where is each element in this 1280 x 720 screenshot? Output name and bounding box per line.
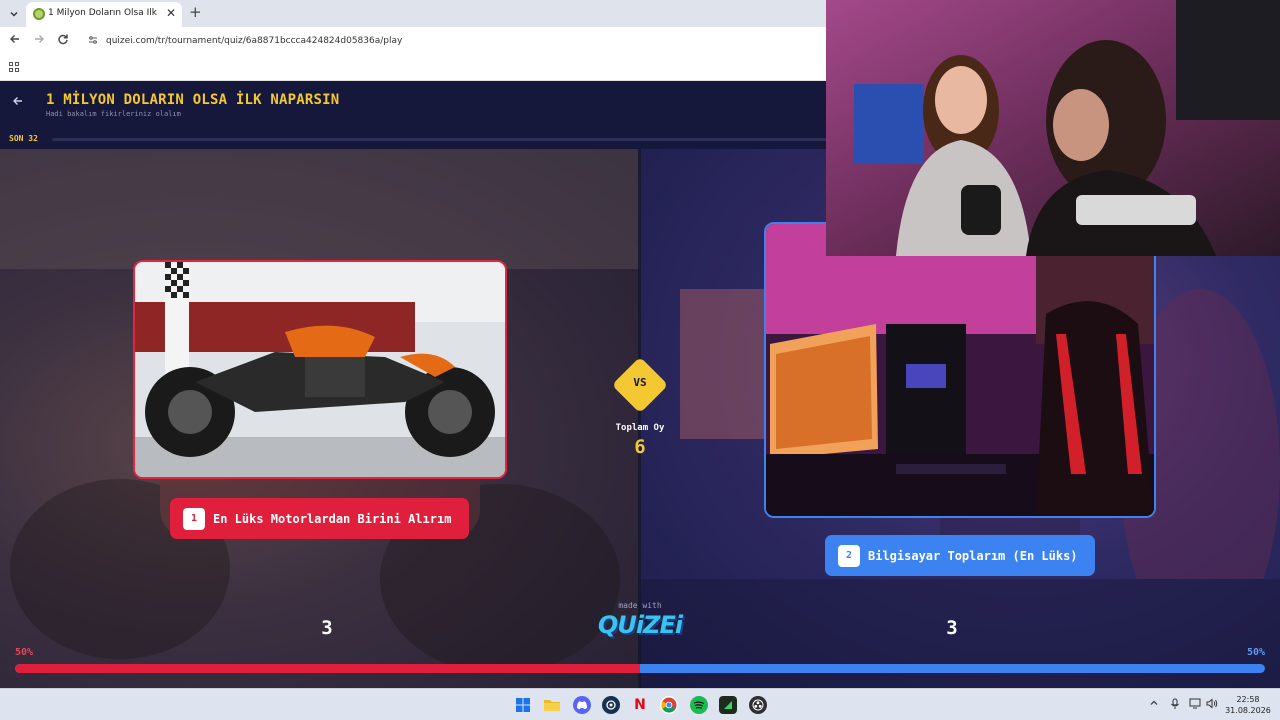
option-1-label: En Lüks Motorlardan Birini Alırım (213, 511, 452, 526)
system-clock[interactable]: 22:58 31.08.2026 (1222, 694, 1274, 716)
back-icon[interactable] (12, 95, 24, 111)
windows-taskbar: N 22:58 31.08.2026 (0, 688, 1280, 720)
browser-tab[interactable]: 1 Milyon Doların Olsa İlk Naparsın ✕ (26, 2, 182, 27)
chevron-up-icon[interactable] (1149, 698, 1159, 711)
option-2-label: Bilgisayar Toplarım (En Lüks) (868, 548, 1078, 563)
option-1-number: 1 (183, 507, 205, 530)
reload-icon[interactable] (57, 33, 69, 48)
apps-grid-icon[interactable] (9, 62, 19, 72)
browser-tab-bar: 1 Milyon Doların Olsa İlk Naparsın ✕ + (0, 0, 828, 27)
option-2-button[interactable]: 2 Bilgisayar Toplarım (En Lüks) (825, 535, 1095, 576)
terminal-icon[interactable] (719, 696, 737, 714)
spotify-icon[interactable] (690, 696, 708, 714)
quiz-subtitle: Hadi bakalım fikirleriniz olalım (46, 110, 181, 118)
round-label: SON 32 (9, 134, 38, 143)
network-icon[interactable] (1189, 698, 1201, 712)
option-2-number: 2 (838, 544, 860, 567)
gaming-pc-image (766, 224, 1154, 516)
bookmarks-bar (0, 55, 828, 81)
quizei-favicon-icon (33, 8, 45, 20)
url-field[interactable]: quizei.com/tr/tournament/quiz/6a8871bccc… (80, 31, 820, 52)
vs-text: VS (633, 376, 647, 389)
result-bar (15, 664, 1265, 673)
url-text: quizei.com/tr/tournament/quiz/6a8871bccc… (106, 36, 403, 46)
back-arrow-icon[interactable] (9, 33, 21, 48)
option-2-percent: 50% (1246, 647, 1265, 658)
option-1-percent: 50% (15, 647, 34, 658)
webcam-overlay (826, 0, 1280, 256)
new-tab-button[interactable]: + (189, 4, 202, 20)
clock-date: 31.08.2026 (1225, 706, 1271, 715)
total-votes-value: 6 (634, 436, 646, 458)
tab-title: 1 Milyon Doların Olsa İlk Naparsın (48, 8, 160, 18)
chrome-icon[interactable] (660, 696, 678, 714)
windows-start-icon[interactable] (514, 696, 532, 714)
steam-icon[interactable] (602, 696, 620, 714)
total-votes-label: Toplam Oy (615, 423, 665, 433)
volume-icon[interactable] (1206, 698, 1218, 712)
chevron-down-icon (10, 11, 17, 16)
microphone-icon[interactable] (1170, 698, 1180, 713)
obs-icon[interactable] (749, 696, 767, 714)
webcam-video-image (826, 0, 1280, 256)
site-settings-icon[interactable] (88, 35, 98, 48)
tab-search-button[interactable] (5, 5, 22, 22)
round-progress-track (52, 138, 828, 141)
discord-icon[interactable] (573, 696, 591, 714)
result-bar-option-1-fill (15, 664, 640, 673)
motorcycle-image (135, 262, 505, 477)
quizei-logo[interactable]: QUiZEi (590, 611, 690, 639)
close-tab-icon[interactable]: ✕ (166, 6, 176, 20)
netflix-icon[interactable]: N (631, 696, 649, 714)
forward-arrow-icon[interactable] (33, 33, 45, 48)
browser-address-bar: quizei.com/tr/tournament/quiz/6a8871bccc… (0, 27, 828, 55)
option-1-button[interactable]: 1 En Lüks Motorlardan Birini Alırım (170, 498, 469, 539)
option-1-vote-count: 3 (321, 617, 333, 639)
option-2-image-card[interactable] (764, 222, 1156, 518)
option-1-image-card[interactable] (133, 260, 507, 479)
option-2-vote-count: 3 (946, 617, 958, 639)
made-with-text: made with (618, 601, 662, 610)
quiz-title: 1 MİLYON DOLARIN OLSA İLK NAPARSIN (46, 92, 340, 108)
screen: 1 Milyon Doların Olsa İlk Naparsın ✕ + q… (0, 0, 1280, 720)
clock-time: 22:58 (1236, 695, 1260, 704)
file-explorer-icon[interactable] (543, 696, 561, 714)
